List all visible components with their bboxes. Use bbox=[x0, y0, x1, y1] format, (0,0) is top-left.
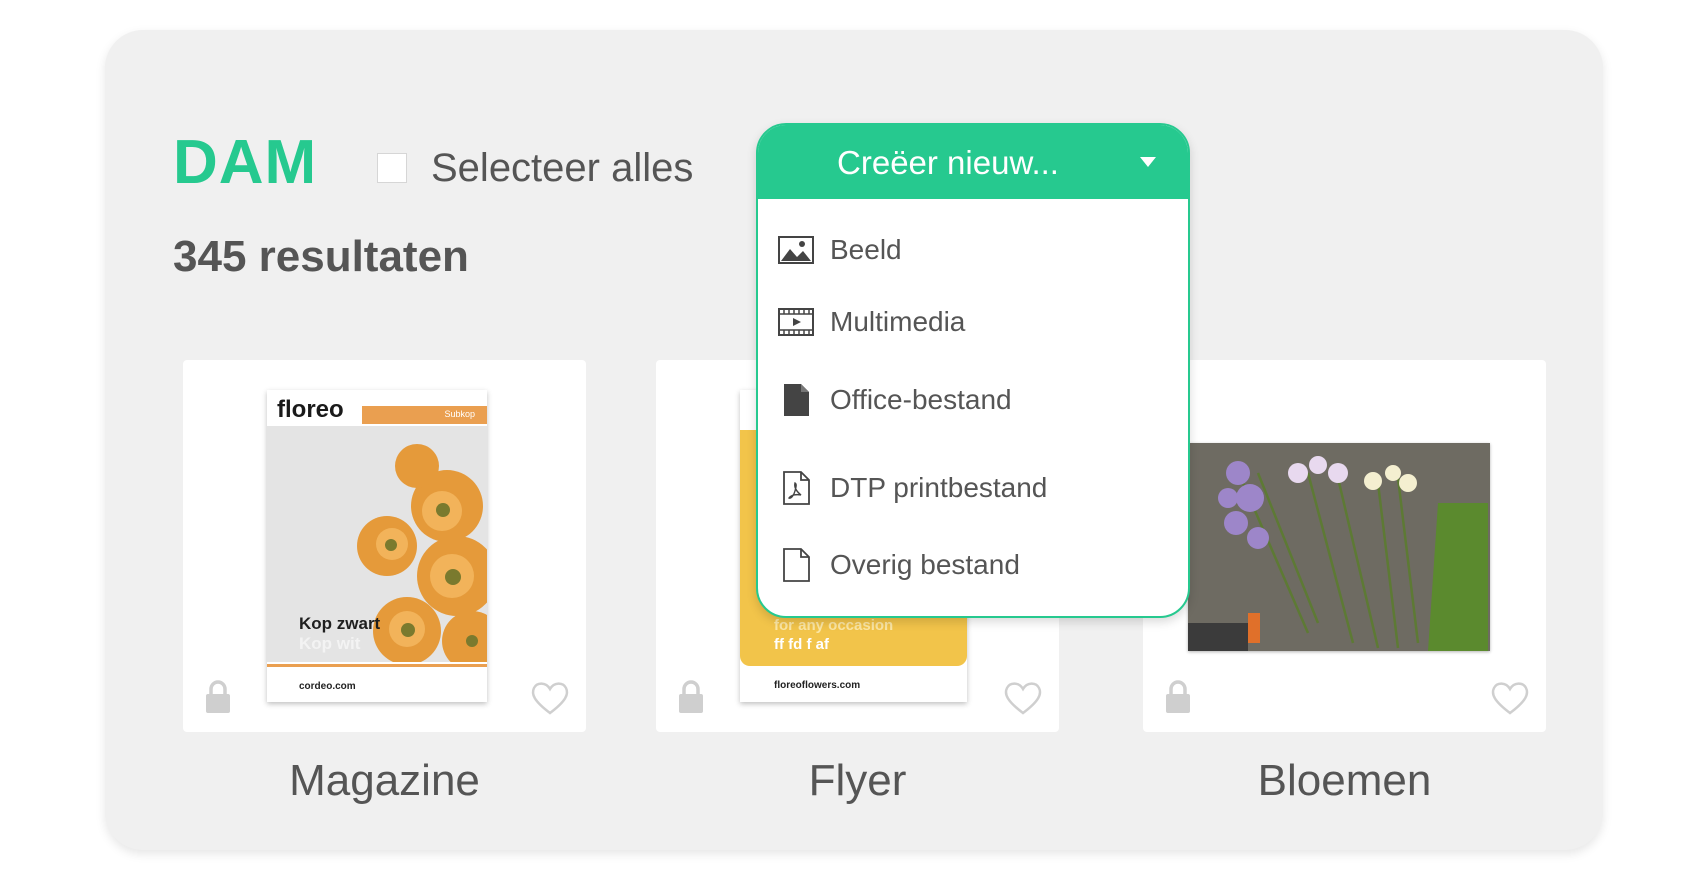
image-icon bbox=[778, 236, 814, 264]
menu-item-label: Multimedia bbox=[830, 306, 966, 337]
asset-caption-magazine: Magazine bbox=[289, 756, 480, 805]
flyer-tagline: for any occasion bbox=[774, 617, 894, 634]
heart-icon[interactable] bbox=[530, 680, 570, 716]
magazine-url: cordeo.com bbox=[299, 681, 356, 692]
pdf-file-icon bbox=[783, 471, 810, 505]
select-all-label[interactable]: Selecteer alles bbox=[431, 148, 693, 188]
create-new-dropdown[interactable]: Creëer nieuw... Beeld Multimedia Office-… bbox=[756, 123, 1190, 618]
magazine-subhead: Subkop bbox=[444, 409, 475, 419]
flyer-url: floreoflowers.com bbox=[774, 680, 861, 691]
magazine-headline-light: Kop wit bbox=[299, 634, 361, 653]
chevron-down-icon bbox=[1140, 157, 1156, 167]
heart-icon[interactable] bbox=[1003, 680, 1043, 716]
lock-icon[interactable] bbox=[678, 680, 704, 714]
menu-item-label: DTP printbestand bbox=[830, 472, 1048, 503]
asset-caption-flyer: Flyer bbox=[808, 756, 907, 805]
document-filled-icon bbox=[784, 384, 809, 416]
magazine-logo: floreo bbox=[277, 396, 344, 423]
menu-item-label: Beeld bbox=[830, 234, 902, 265]
select-all-checkbox[interactable] bbox=[377, 153, 407, 183]
results-count: 345 resultaten bbox=[173, 232, 469, 281]
menu-item-multimedia[interactable]: Multimedia bbox=[778, 297, 965, 347]
page-title: DAM bbox=[173, 128, 318, 197]
menu-item-beeld[interactable]: Beeld bbox=[778, 225, 902, 275]
magazine-headline-dark: Kop zwart bbox=[299, 614, 381, 633]
lock-icon[interactable] bbox=[1165, 680, 1191, 714]
menu-item-label: Office-bestand bbox=[830, 384, 1012, 415]
menu-item-dtp-printbestand[interactable]: DTP printbestand bbox=[778, 463, 1047, 513]
heart-icon[interactable] bbox=[1490, 680, 1530, 716]
create-new-button[interactable]: Creëer nieuw... bbox=[758, 125, 1188, 199]
bloemen-photo[interactable] bbox=[1188, 443, 1490, 651]
asset-caption-bloemen: Bloemen bbox=[1257, 756, 1432, 805]
menu-item-office-bestand[interactable]: Office-bestand bbox=[778, 375, 1012, 425]
magazine-thumbnail[interactable]: floreo Subkop Kop zwart Kop wit cordeo.c… bbox=[267, 390, 487, 702]
blank-file-icon bbox=[783, 548, 810, 582]
flyer-subline: ff fd f af bbox=[774, 636, 829, 653]
select-all-control[interactable]: Selecteer alles bbox=[377, 148, 693, 188]
menu-item-label: Overig bestand bbox=[830, 549, 1020, 580]
lock-icon[interactable] bbox=[205, 680, 231, 714]
create-new-label: Creëer nieuw... bbox=[837, 144, 1059, 181]
film-icon bbox=[778, 308, 814, 336]
menu-item-overig-bestand[interactable]: Overig bestand bbox=[778, 540, 1020, 590]
